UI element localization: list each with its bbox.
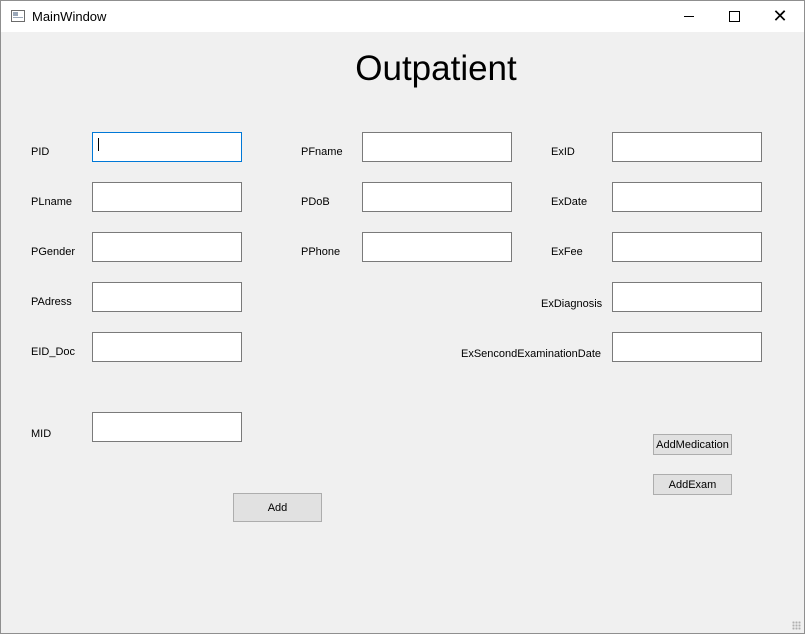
maximize-icon: [728, 11, 740, 22]
mid-input[interactable]: [92, 412, 242, 442]
exsecond-examination-date-label: ExSencondExaminationDate: [461, 348, 602, 360]
add-button[interactable]: Add: [233, 493, 322, 522]
eid-doc-label: EID_Doc: [31, 346, 76, 358]
pfname-input[interactable]: [362, 132, 512, 162]
pfname-label: PFname: [301, 146, 343, 158]
exid-input[interactable]: [612, 132, 762, 162]
main-window: MainWindow ✕ Outpatient PID PLname PGend…: [0, 0, 805, 634]
exfee-label: ExFee: [551, 246, 583, 258]
pphone-input[interactable]: [362, 232, 512, 262]
mid-label: MID: [31, 428, 52, 440]
text-caret: [98, 138, 99, 151]
exid-label: ExID: [551, 146, 575, 158]
pdob-label: PDoB: [301, 196, 330, 208]
app-window-icon: [11, 10, 25, 22]
pgender-input[interactable]: [92, 232, 242, 262]
plname-label: PLname: [31, 196, 72, 208]
pdob-input[interactable]: [362, 182, 512, 212]
exdate-label: ExDate: [551, 196, 588, 208]
window-title: MainWindow: [32, 9, 107, 24]
minimize-icon: [684, 16, 694, 17]
maximize-button[interactable]: [711, 1, 757, 32]
exsecond-examination-date-input[interactable]: [612, 332, 762, 362]
pphone-label: PPhone: [301, 246, 341, 258]
resize-grip[interactable]: [792, 621, 801, 630]
pgender-label: PGender: [31, 246, 76, 258]
title-bar[interactable]: MainWindow ✕: [1, 1, 804, 32]
exfee-input[interactable]: [612, 232, 762, 262]
add-exam-button[interactable]: AddExam: [653, 474, 732, 495]
pid-input[interactable]: [92, 132, 242, 162]
close-button[interactable]: ✕: [757, 1, 803, 32]
page-title: Outpatient: [355, 49, 517, 88]
exdiagnosis-input[interactable]: [612, 282, 762, 312]
eid-doc-input[interactable]: [92, 332, 242, 362]
close-icon: ✕: [772, 5, 788, 27]
add-medication-button[interactable]: AddMedication: [653, 434, 732, 455]
padress-label: PAdress: [31, 296, 72, 308]
plname-input[interactable]: [92, 182, 242, 212]
pid-label: PID: [31, 146, 50, 158]
padress-input[interactable]: [92, 282, 242, 312]
exdiagnosis-label: ExDiagnosis: [541, 298, 603, 310]
exdate-input[interactable]: [612, 182, 762, 212]
minimize-button[interactable]: [666, 1, 712, 32]
